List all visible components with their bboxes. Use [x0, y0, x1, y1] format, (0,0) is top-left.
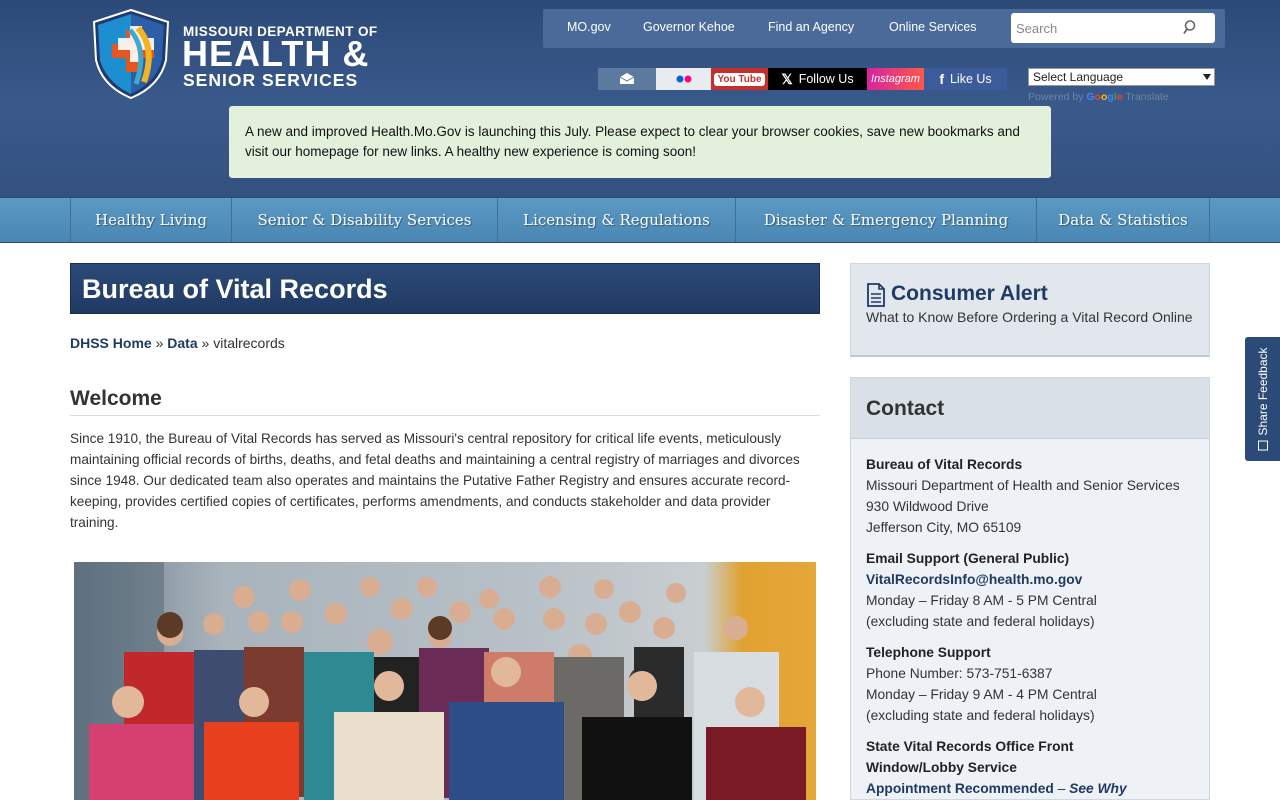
nav-senior-disability[interactable]: Senior & Disability Services [231, 198, 497, 242]
breadcrumb-current: vitalrecords [213, 335, 285, 351]
breadcrumb-separator: » [197, 335, 214, 351]
instagram-label: Instagram [871, 73, 920, 85]
welcome-heading: Welcome [70, 387, 820, 416]
contact-heading: Contact [851, 378, 1209, 439]
link-find-agency[interactable]: Find an Agency [768, 20, 854, 34]
nav-healthy-living[interactable]: Healthy Living [70, 198, 231, 242]
powered-by-label: Powered by [1028, 91, 1084, 103]
flickr-icon [676, 75, 691, 83]
facebook-icon: f [939, 71, 944, 87]
search-input[interactable] [1011, 13, 1181, 43]
site-notice-banner: A new and improved Health.Mo.Gov is laun… [229, 106, 1051, 178]
main-nav: Healthy Living Senior & Disability Servi… [0, 197, 1280, 243]
contact-address-line-1: 930 Wildwood Drive [866, 499, 989, 514]
logo-line-2: HEALTH & [182, 33, 370, 74]
social-links: You Tube 𝕏 Follow Us Instagram f Like Us [598, 68, 1007, 90]
breadcrumb-data[interactable]: Data [167, 335, 197, 351]
language-select[interactable]: Select Language [1028, 68, 1215, 86]
email-support-hours: Monday – Friday 8 AM - 5 PM Central [866, 593, 1097, 608]
contact-bureau: Bureau of Vital Records [866, 457, 1023, 472]
site-header: MISSOURI DEPARTMENT OF HEALTH & SENIOR S… [0, 0, 1280, 197]
consumer-alert-title[interactable]: Consumer Alert [891, 282, 1048, 306]
office-service-heading: State Vital Records Office Front Window/… [866, 739, 1074, 775]
email-support-link[interactable]: VitalRecordsInfo@health.mo.gov [866, 569, 1206, 590]
shield-logo-icon [92, 8, 170, 100]
google-translate-credit: Powered by Google Translate [1028, 91, 1169, 103]
page-title: Bureau of Vital Records [70, 263, 820, 314]
telephone-hours: Monday – Friday 9 AM - 4 PM Central [866, 687, 1097, 702]
contact-box: Contact Bureau of Vital Records Missouri… [850, 377, 1210, 800]
google-logo: Google [1086, 91, 1123, 103]
facebook-like-button[interactable]: f Like Us [924, 68, 1007, 90]
search-icon[interactable] [1183, 19, 1199, 35]
translate-link[interactable]: Translate [1125, 91, 1168, 103]
search-box [1011, 13, 1215, 43]
see-why-link[interactable]: See Why [1069, 781, 1127, 796]
nav-data-statistics[interactable]: Data & Statistics [1036, 198, 1210, 242]
envelope-icon [619, 73, 635, 84]
x-follow-label: Follow Us [798, 72, 854, 86]
email-support-heading: Email Support (General Public) [866, 551, 1070, 566]
youtube-button[interactable]: You Tube [711, 68, 768, 90]
flickr-button[interactable] [656, 68, 711, 90]
staff-group-photo [74, 562, 816, 800]
telephone-number: Phone Number: 573-751-6387 [866, 666, 1053, 681]
document-icon [867, 283, 885, 307]
email-signup-button[interactable] [598, 68, 656, 90]
breadcrumb: DHSS Home » Data » vitalrecords [70, 335, 285, 351]
facebook-label: Like Us [949, 72, 992, 86]
office-dash: – [1053, 781, 1070, 796]
share-feedback-row: Share Feedback [1255, 347, 1270, 451]
top-links-bar: MO.gov Governor Kehoe Find an Agency Onl… [543, 9, 1225, 48]
feedback-icon [1257, 440, 1268, 451]
x-follow-button[interactable]: 𝕏 Follow Us [768, 68, 867, 90]
consumer-alert-box[interactable]: Consumer Alert What to Know Before Order… [850, 263, 1210, 357]
logo-line-3: SENIOR SERVICES [183, 70, 359, 90]
link-governor[interactable]: Governor Kehoe [643, 20, 735, 34]
group-photo-image [74, 562, 816, 800]
nav-licensing[interactable]: Licensing & Regulations [497, 198, 735, 242]
chevron-down-icon [1203, 74, 1211, 80]
breadcrumb-separator: » [151, 335, 168, 351]
appointment-recommended-link[interactable]: Appointment Recommended [866, 781, 1054, 796]
link-mo-gov[interactable]: MO.gov [567, 20, 611, 34]
instagram-button[interactable]: Instagram [867, 68, 924, 90]
consumer-alert-subtitle[interactable]: What to Know Before Ordering a Vital Rec… [866, 309, 1193, 325]
intro-paragraph: Since 1910, the Bureau of Vital Records … [70, 431, 800, 530]
x-icon: 𝕏 [781, 70, 793, 87]
share-feedback-button[interactable]: Share Feedback [1245, 337, 1280, 461]
breadcrumb-home[interactable]: DHSS Home [70, 335, 152, 351]
contact-details: Bureau of Vital Records Missouri Departm… [866, 454, 1206, 799]
telephone-note: (excluding state and federal holidays) [866, 708, 1095, 723]
nav-disaster[interactable]: Disaster & Emergency Planning [735, 198, 1036, 242]
contact-address-line-2: Jefferson City, MO 65109 [866, 520, 1022, 535]
link-online-services[interactable]: Online Services [889, 20, 977, 34]
email-support-note: (excluding state and federal holidays) [866, 614, 1095, 629]
language-select-value: Select Language [1033, 70, 1124, 84]
dhss-logo[interactable]: MISSOURI DEPARTMENT OF HEALTH & SENIOR S… [90, 8, 380, 102]
contact-department: Missouri Department of Health and Senior… [866, 478, 1180, 493]
office-appointment-line: Appointment Recommended – See Why [866, 778, 1206, 799]
share-feedback-label: Share Feedback [1255, 347, 1270, 436]
telephone-support-heading: Telephone Support [866, 645, 991, 660]
youtube-icon: You Tube [714, 72, 765, 86]
